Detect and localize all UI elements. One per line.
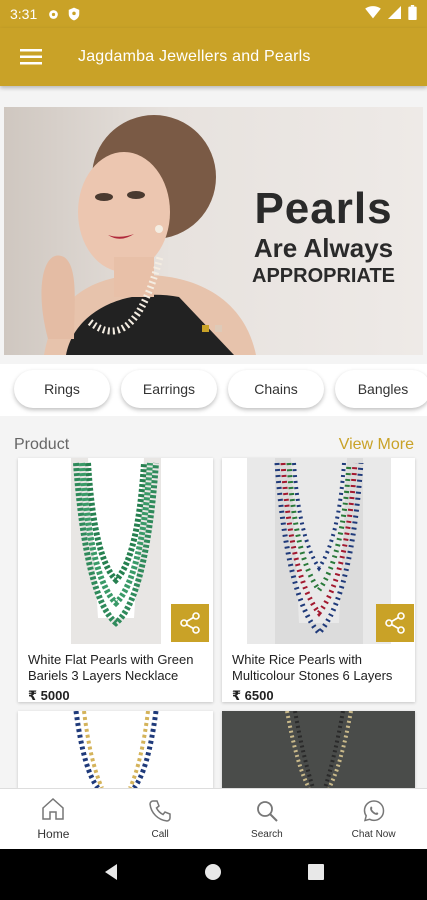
- product-card[interactable]: White Flat Pearls with Green Bariels 3 L…: [18, 458, 213, 702]
- category-chip-rings[interactable]: Rings: [14, 370, 110, 408]
- nav-search[interactable]: Search: [214, 789, 321, 849]
- wifi-icon: [365, 6, 381, 22]
- nav-chat-label: Chat Now: [351, 828, 396, 840]
- phone-icon: [149, 799, 171, 822]
- category-chip-earrings[interactable]: Earrings: [121, 370, 217, 408]
- nav-search-label: Search: [251, 828, 283, 840]
- app-title: Jagdamba Jewellers and Pearls: [78, 48, 311, 65]
- product-card[interactable]: [222, 711, 415, 788]
- product-name: White Flat Pearls with Green Bariels 3 L…: [28, 652, 194, 683]
- nav-home[interactable]: Home: [0, 789, 107, 849]
- battery-icon: [408, 5, 417, 23]
- share-icon: [385, 612, 405, 634]
- home-circle-icon[interactable]: [204, 863, 222, 886]
- view-more-link[interactable]: View More: [339, 436, 414, 454]
- whatsapp-icon: [363, 799, 384, 822]
- banner-model-image: [41, 115, 256, 355]
- pagination-dot[interactable]: [215, 325, 222, 332]
- promo-banner[interactable]: Pearls Are Always APPROPRIATE: [4, 107, 423, 355]
- menu-button[interactable]: [0, 28, 62, 86]
- shield-icon: [68, 7, 80, 21]
- product-section-header: Product View More: [14, 434, 414, 456]
- hamburger-icon: [20, 49, 42, 65]
- nav-call-label: Call: [151, 828, 169, 840]
- product-image[interactable]: [18, 711, 213, 788]
- back-icon[interactable]: [103, 863, 119, 886]
- nav-home-label: Home: [37, 827, 70, 841]
- app-bar: Jagdamba Jewellers and Pearls: [0, 28, 427, 86]
- category-bar: Rings Earrings Chains Bangles: [0, 364, 427, 416]
- category-chip-bangles[interactable]: Bangles: [335, 370, 427, 408]
- banner-tagline: APPROPRIATE: [252, 265, 395, 287]
- bottom-navigation: Home Call Search Chat Now: [0, 788, 427, 849]
- share-button[interactable]: [376, 604, 414, 642]
- banner-headline: Pearls: [254, 184, 393, 233]
- product-card[interactable]: White Rice Pearls with Multicolour Stone…: [222, 458, 415, 702]
- nav-chat[interactable]: Chat Now: [320, 789, 427, 849]
- section-title: Product: [14, 436, 70, 453]
- system-navigation-bar: [0, 849, 427, 900]
- banner-text: Pearls Are Always APPROPRIATE: [252, 185, 395, 289]
- pagination-dot-active[interactable]: [202, 325, 209, 332]
- status-time: 3:31: [10, 6, 38, 22]
- banner-subheadline: Are Always: [253, 233, 394, 263]
- signal-icon: [388, 6, 401, 22]
- home-icon: [42, 797, 65, 820]
- share-button[interactable]: [171, 604, 209, 642]
- settings-icon: [47, 8, 60, 21]
- share-icon: [180, 612, 200, 634]
- product-price: ₹ 5000: [28, 688, 70, 702]
- product-card[interactable]: [18, 711, 213, 788]
- product-price: ₹ 6500: [232, 688, 274, 702]
- nav-call[interactable]: Call: [107, 789, 214, 849]
- recents-icon[interactable]: [308, 864, 325, 885]
- category-chip-chains[interactable]: Chains: [228, 370, 324, 408]
- banner-pagination: [202, 325, 222, 332]
- product-name: White Rice Pearls with Multicolour Stone…: [232, 652, 393, 683]
- product-image[interactable]: [222, 711, 415, 788]
- search-icon: [256, 800, 278, 822]
- status-bar: 3:31: [0, 0, 427, 28]
